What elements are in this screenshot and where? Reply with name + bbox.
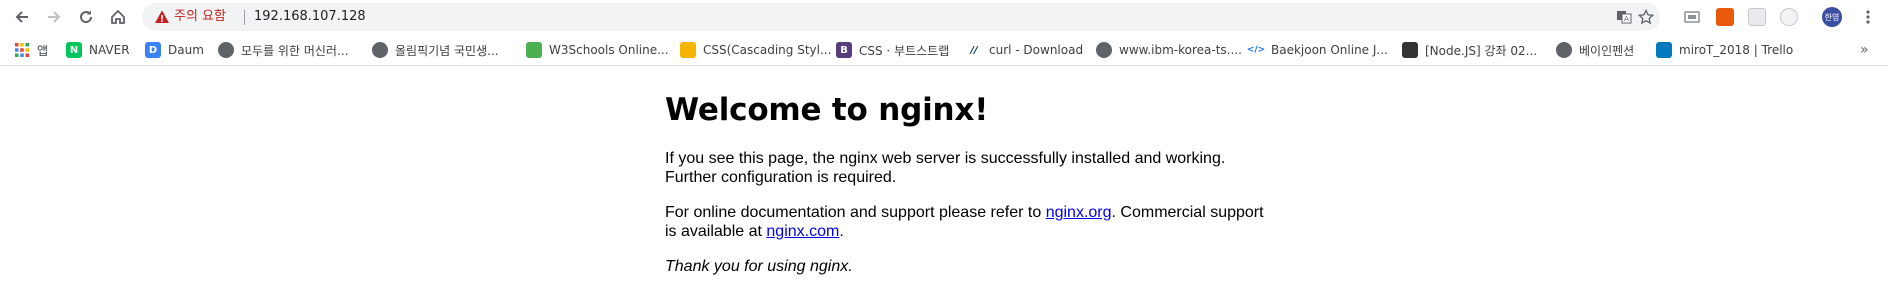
- translate-icon[interactable]: A: [1616, 9, 1632, 25]
- globe-icon: [372, 42, 388, 58]
- reload-icon: [80, 10, 93, 24]
- blog-icon: [1402, 42, 1418, 58]
- bookmark-olympic[interactable]: 올림픽기념 국민생...: [372, 40, 499, 60]
- w3schools-icon: [526, 42, 542, 58]
- home-button[interactable]: [104, 3, 132, 31]
- menu-dots-icon[interactable]: [1860, 9, 1876, 25]
- bookmark-curl[interactable]: // curl - Download: [966, 40, 1083, 60]
- bookmarks-bar: 앱 N NAVER D Daum 모두를 위한 머신러... 올림픽기념 국민생…: [0, 34, 1888, 66]
- extension-rx-icon[interactable]: [1716, 8, 1734, 26]
- home-icon: [111, 9, 125, 24]
- svg-text:A: A: [1624, 15, 1629, 23]
- bookmark-ibm[interactable]: www.ibm-korea-ts....: [1096, 40, 1242, 60]
- address-bar[interactable]: 주의 요함 192.168.107.128 A: [142, 3, 1660, 31]
- bookmark-naver[interactable]: N NAVER: [66, 40, 130, 60]
- curl-icon: //: [966, 42, 982, 58]
- bookmark-bootstrap[interactable]: B CSS · 부트스트랩: [836, 40, 949, 60]
- browser-toolbar: 주의 요함 192.168.107.128 A 한영: [0, 0, 1888, 34]
- bookmark-apps[interactable]: 앱: [14, 40, 48, 60]
- bookmark-label: [Node.JS] 강좌 02...: [1425, 43, 1538, 58]
- nginx-org-link[interactable]: nginx.org: [1046, 204, 1112, 221]
- extension-gray-icon[interactable]: [1748, 8, 1766, 26]
- document-icon: [680, 42, 696, 58]
- back-arrow-icon: [15, 11, 28, 23]
- warning-icon: [155, 10, 169, 23]
- back-button[interactable]: [8, 3, 36, 31]
- extension-circle-icon[interactable]: [1780, 8, 1798, 26]
- trello-icon: [1656, 42, 1672, 58]
- bookmark-nodejs[interactable]: [Node.JS] 강좌 02...: [1402, 40, 1537, 60]
- bookmark-label: miroT_2018 | Trello: [1679, 43, 1794, 57]
- doc-text-post: .: [839, 223, 844, 240]
- bookmark-label: 앱: [37, 43, 49, 58]
- bootstrap-icon: B: [836, 42, 852, 58]
- reload-button[interactable]: [72, 3, 100, 31]
- bookmark-label: 모두를 위한 머신러...: [241, 43, 349, 58]
- bookmark-ml[interactable]: 모두를 위한 머신러...: [218, 40, 348, 60]
- documentation-paragraph: For online documentation and support ple…: [665, 203, 1265, 241]
- bookmarks-overflow-chevron-icon[interactable]: »: [1860, 40, 1869, 60]
- url-text[interactable]: 192.168.107.128: [254, 8, 366, 26]
- bookmark-label: CSS · 부트스트랩: [859, 43, 950, 58]
- bookmark-label: Baekjoon Online J...: [1271, 43, 1388, 57]
- bookmark-star-icon[interactable]: [1638, 9, 1654, 25]
- apps-grid-icon: [15, 43, 29, 57]
- bookmark-label: 올림픽기념 국민생...: [395, 43, 499, 58]
- forward-button[interactable]: [40, 3, 68, 31]
- forward-arrow-icon: [48, 11, 61, 23]
- code-icon: </>: [1247, 42, 1265, 58]
- globe-icon: [218, 42, 234, 58]
- bookmark-css[interactable]: CSS(Cascading Styl...: [680, 40, 831, 60]
- bookmark-label: Daum: [168, 43, 204, 57]
- nginx-com-link[interactable]: nginx.com: [766, 223, 839, 240]
- bookmark-baekjoon[interactable]: </> Baekjoon Online J...: [1247, 40, 1388, 60]
- bookmark-label: www.ibm-korea-ts....: [1119, 43, 1242, 57]
- bookmark-label: W3Schools Online...: [549, 43, 669, 57]
- bookmark-w3schools[interactable]: W3Schools Online...: [526, 40, 669, 60]
- bookmark-trello[interactable]: miroT_2018 | Trello: [1656, 40, 1793, 60]
- doc-text-pre: For online documentation and support ple…: [665, 204, 1046, 221]
- daum-icon: D: [145, 42, 161, 58]
- bookmark-label: CSS(Cascading Styl...: [703, 43, 832, 57]
- omnibox-divider: [244, 10, 245, 25]
- bookmark-label: curl - Download: [989, 43, 1084, 57]
- thank-you-paragraph: Thank you for using nginx.: [665, 258, 853, 275]
- bookmark-pension[interactable]: 베이인펜션: [1556, 40, 1634, 60]
- globe-icon: [1096, 42, 1112, 58]
- globe-icon: [1556, 42, 1572, 58]
- page-content: Welcome to nginx! If you see this page, …: [665, 82, 1265, 276]
- bookmark-label: 베이인펜션: [1579, 43, 1635, 58]
- profile-avatar[interactable]: 한영: [1822, 7, 1842, 27]
- intro-paragraph: If you see this page, the nginx web serv…: [665, 150, 1226, 186]
- naver-icon: N: [66, 42, 82, 58]
- security-warning-label[interactable]: 주의 요함: [174, 8, 226, 26]
- bookmark-daum[interactable]: D Daum: [145, 40, 204, 60]
- bookmark-label: NAVER: [89, 43, 130, 57]
- cast-icon[interactable]: [1684, 9, 1700, 25]
- page-title: Welcome to nginx!: [665, 92, 989, 128]
